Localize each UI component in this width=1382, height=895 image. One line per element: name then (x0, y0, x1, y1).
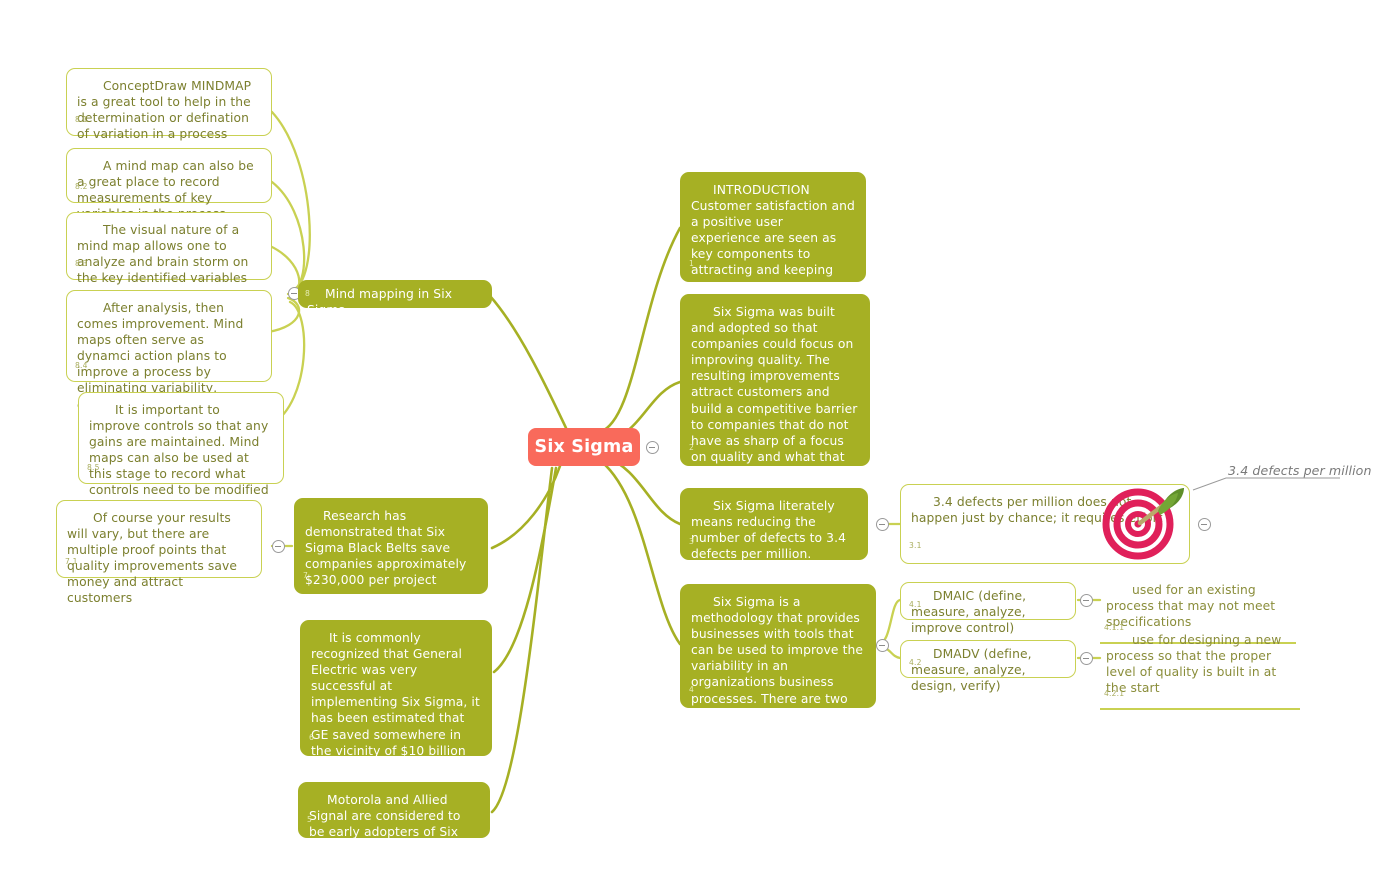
collapse-icon-topic-4-1[interactable] (1080, 594, 1093, 607)
topic-1[interactable]: INTRODUCTION Customer satisfaction and a… (680, 172, 866, 294)
collapse-icon-topic-4[interactable] (876, 639, 889, 652)
defects-callout-label: 3.4 defects per million (1228, 463, 1372, 478)
topic-8-1[interactable]: ConceptDraw MINDMAP is a great tool to h… (66, 68, 272, 141)
topic-4-2-text: DMADV (define, measure, analyze, design,… (911, 647, 1032, 694)
callout-leader-line (1192, 477, 1340, 491)
collapse-icon-topic-3-1[interactable] (1198, 518, 1211, 531)
topic-4-1-text: DMAIC (define, measure, analyze, improve… (911, 589, 1027, 636)
topic-2-number: 2 (689, 443, 695, 452)
topic-4-1-1-text: used for an existing process that may no… (1106, 583, 1276, 630)
topic-4-2-1-number: 4.2.1 (1104, 689, 1125, 699)
topic-8-2[interactable]: A mind map can also be a great place to … (66, 148, 272, 221)
topic-4-number: 4 (689, 685, 695, 694)
topic-8-4-number: 8.4 (75, 361, 88, 370)
topic-8-1-number: 8.1 (75, 115, 88, 124)
topic-4-1[interactable]: DMAIC (define, measure, analyze, improve… (900, 582, 1076, 635)
topic-7-number: 7 (303, 571, 309, 580)
topic-3-text: Six Sigma literately means reducing the … (691, 499, 847, 562)
topic-4-text: Six Sigma is a methodology that provides… (691, 595, 865, 738)
collapse-icon-topic-4-2[interactable] (1080, 652, 1093, 665)
topic-8[interactable]: Mind mapping in Six Sigma 8 (298, 280, 492, 317)
collapse-icon-root[interactable] (646, 441, 659, 454)
topic-8-5[interactable]: It is important to improve controls so t… (78, 392, 284, 514)
topic-8-number: 8 (305, 289, 311, 298)
topic-5-number: 5 (307, 815, 313, 824)
target-dartboard-icon (1102, 488, 1184, 560)
topic-6-number: 6 (309, 733, 315, 742)
topic-1-number: 1 (689, 259, 695, 268)
mindmap-canvas: Six Sigma INTRODUCTION Customer satisfac… (0, 0, 1382, 895)
topic-6[interactable]: It is commonly recognized that General E… (300, 620, 492, 790)
topic-4-2-1[interactable]: use for designing a new process so that … (1100, 628, 1300, 711)
root-node[interactable]: Six Sigma (528, 428, 640, 466)
topic-7-1-text: Of course your results will vary, but th… (67, 511, 238, 606)
topic-7[interactable]: Research has demonstrated that Six Sigma… (294, 498, 488, 594)
topic-8-3-text: The visual nature of a mind map allows o… (77, 223, 249, 286)
topic-8-3-number: 8.3 (75, 259, 88, 268)
topic-4-1-number: 4.1 (909, 600, 922, 609)
topic-8-3[interactable]: The visual nature of a mind map allows o… (66, 212, 272, 285)
topic-3-1-number: 3.1 (909, 541, 922, 550)
topic-2[interactable]: Six Sigma was built and adopted so that … (680, 294, 870, 480)
topic-4-2[interactable]: DMADV (define, measure, analyze, design,… (900, 640, 1076, 693)
topic-5-text: Motorola and Allied Signal are considere… (309, 793, 461, 856)
topic-3-number: 3 (689, 537, 695, 546)
topic-5[interactable]: Motorola and Allied Signal are considere… (298, 782, 490, 855)
topic-7-text: Research has demonstrated that Six Sigma… (305, 509, 467, 588)
topic-4-2-1-text: use for designing a new process so that … (1106, 633, 1282, 696)
topic-2-text: Six Sigma was built and adopted so that … (691, 305, 858, 480)
collapse-icon-topic-3[interactable] (876, 518, 889, 531)
topic-8-2-number: 8.2 (75, 182, 88, 191)
root-node-label: Six Sigma (534, 437, 634, 457)
topic-3[interactable]: Six Sigma literately means reducing the … (680, 488, 868, 562)
topic-8-5-text: It is important to improve controls so t… (89, 403, 269, 514)
topic-1-text: INTRODUCTION Customer satisfaction and a… (691, 183, 855, 294)
topic-4-2-number: 4.2 (909, 658, 922, 667)
topic-8-text: Mind mapping in Six Sigma (307, 287, 453, 318)
topic-8-5-number: 8.5 (87, 463, 100, 472)
topic-4[interactable]: Six Sigma is a methodology that provides… (680, 584, 876, 738)
topic-8-1-text: ConceptDraw MINDMAP is a great tool to h… (77, 79, 252, 142)
collapse-icon-topic-7[interactable] (272, 540, 285, 553)
topic-7-1-number: 7.1 (65, 557, 78, 566)
topic-6-text: It is commonly recognized that General E… (311, 631, 481, 790)
topic-7-1[interactable]: Of course your results will vary, but th… (56, 500, 262, 605)
topic-8-4[interactable]: After analysis, then comes improvement. … (66, 290, 272, 412)
